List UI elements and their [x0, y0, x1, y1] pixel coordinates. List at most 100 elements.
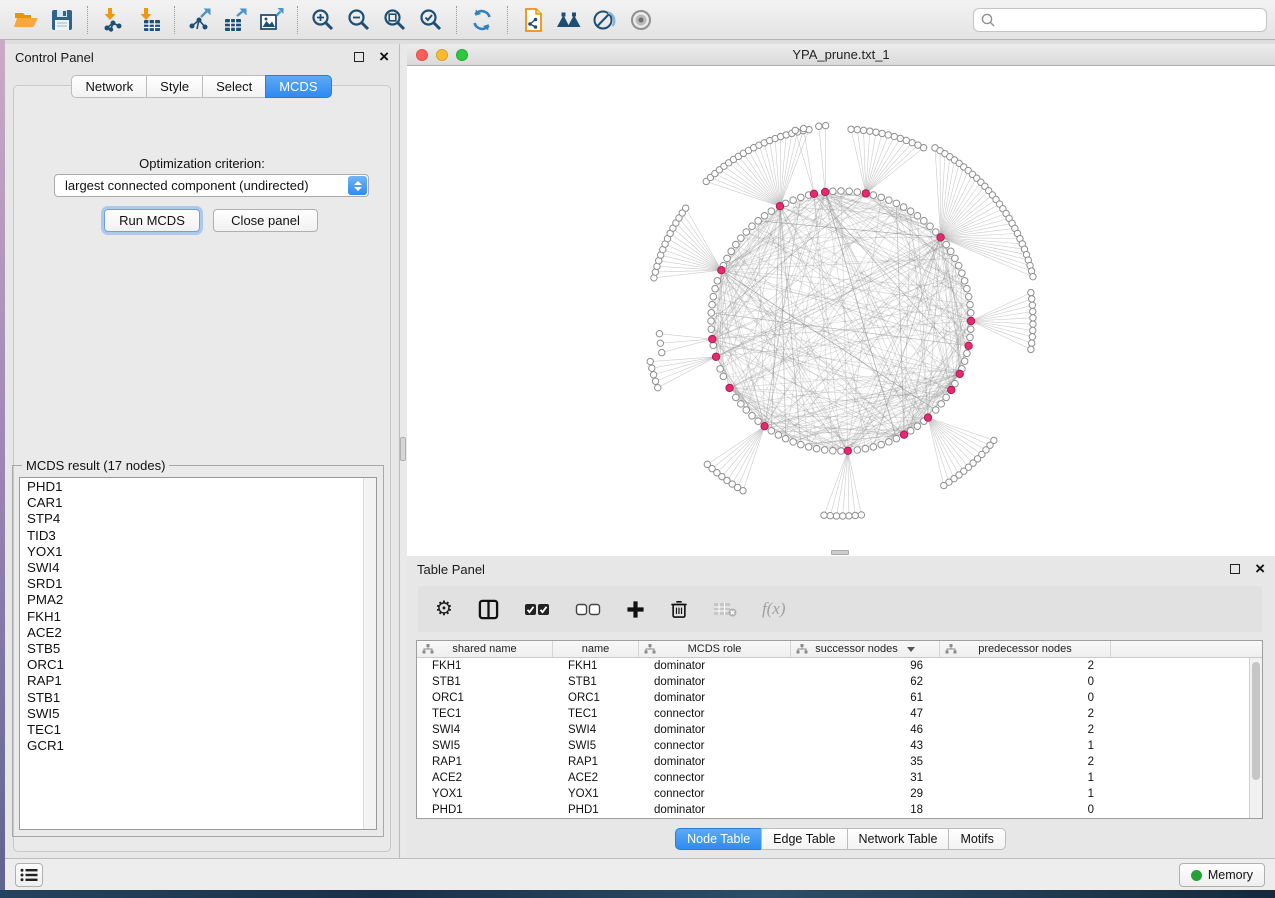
mcds-result-item[interactable]: YOX1	[20, 544, 363, 560]
refresh-view-icon[interactable]	[467, 5, 497, 35]
mcds-result-item[interactable]: ACE2	[20, 625, 363, 641]
add-column-icon[interactable]	[626, 600, 645, 619]
table-cell[interactable]: 1	[940, 738, 1111, 754]
search-field[interactable]	[973, 8, 1267, 32]
table-cell[interactable]: dominator	[639, 802, 791, 818]
mcds-result-item[interactable]: FKH1	[20, 609, 363, 625]
table-cell[interactable]: 0	[940, 802, 1111, 818]
export-image-icon[interactable]	[257, 5, 287, 35]
table-cell[interactable]: dominator	[639, 658, 791, 674]
mcds-result-item[interactable]: CAR1	[20, 495, 363, 511]
canvas-splitter-handle[interactable]	[831, 550, 849, 555]
close-panel-icon[interactable]: ×	[379, 52, 389, 62]
table-tab-motifs[interactable]: Motifs	[948, 828, 1005, 850]
table-cell[interactable]: 62	[791, 674, 940, 690]
table-cell[interactable]: SWI4	[553, 722, 639, 738]
table-cell[interactable]: 1	[940, 786, 1111, 802]
mcds-result-item[interactable]: PHD1	[20, 479, 363, 495]
table-cell[interactable]: 1	[940, 770, 1111, 786]
table-cell[interactable]: ORC1	[417, 690, 553, 706]
deselect-all-checkboxes-icon[interactable]	[575, 603, 601, 616]
table-cell[interactable]: ORC1	[553, 690, 639, 706]
float-panel-icon[interactable]	[354, 52, 364, 62]
column-header-MCDS-role[interactable]: MCDS role	[639, 641, 791, 657]
table-row[interactable]: STB1STB1dominator620	[417, 674, 1262, 690]
tab-mcds[interactable]: MCDS	[265, 75, 331, 98]
table-cell[interactable]: YOX1	[417, 786, 553, 802]
table-cell[interactable]: 31	[791, 770, 940, 786]
table-cell[interactable]: 2	[940, 706, 1111, 722]
zoom-selected-icon[interactable]	[416, 5, 446, 35]
table-cell[interactable]: 0	[940, 674, 1111, 690]
column-header-predecessor-nodes[interactable]: predecessor nodes	[940, 641, 1111, 657]
table-cell[interactable]: 61	[791, 690, 940, 706]
table-tab-network-table[interactable]: Network Table	[847, 828, 950, 850]
table-row[interactable]: ORC1ORC1dominator610	[417, 690, 1262, 706]
table-cell[interactable]: connector	[639, 706, 791, 722]
settings-gear-icon[interactable]: ⚙	[435, 599, 453, 619]
run-mcds-button[interactable]: Run MCDS	[104, 209, 200, 232]
table-cell[interactable]: PHD1	[553, 802, 639, 818]
panel-splitter[interactable]	[400, 44, 407, 858]
table-row[interactable]: FKH1FKH1dominator962	[417, 658, 1262, 674]
table-row[interactable]: YOX1YOX1connector291	[417, 786, 1262, 802]
mcds-result-item[interactable]: PMA2	[20, 592, 363, 608]
search-input[interactable]	[995, 12, 1259, 27]
save-session-icon[interactable]	[47, 5, 77, 35]
table-cell[interactable]: 0	[940, 690, 1111, 706]
table-scrollbar[interactable]	[1249, 658, 1262, 818]
clone-network-document-icon[interactable]	[518, 5, 548, 35]
delete-selected-icon[interactable]	[670, 599, 688, 619]
table-cell[interactable]: dominator	[639, 690, 791, 706]
result-list-scrollbar[interactable]	[363, 478, 376, 829]
table-cell[interactable]: 29	[791, 786, 940, 802]
import-network-icon[interactable]	[98, 5, 128, 35]
close-panel-button[interactable]: Close panel	[213, 209, 318, 232]
mcds-result-item[interactable]: RAP1	[20, 673, 363, 689]
table-row[interactable]: SWI5SWI5connector431	[417, 738, 1262, 754]
table-cell[interactable]: 47	[791, 706, 940, 722]
optimization-criterion-select[interactable]: largest connected component (undirected)	[54, 174, 369, 197]
table-row[interactable]: SWI4SWI4dominator462	[417, 722, 1262, 738]
table-row[interactable]: RAP1RAP1dominator352	[417, 754, 1262, 770]
task-history-button[interactable]	[15, 863, 43, 887]
hide-visual-style-icon[interactable]	[590, 5, 620, 35]
import-table-icon[interactable]	[134, 5, 164, 35]
zoom-out-icon[interactable]	[344, 5, 374, 35]
mcds-result-item[interactable]: SWI5	[20, 706, 363, 722]
mcds-result-item[interactable]: SRD1	[20, 576, 363, 592]
table-cell[interactable]: 43	[791, 738, 940, 754]
open-folder-icon[interactable]	[11, 5, 41, 35]
column-header-shared-name[interactable]: shared name	[417, 641, 553, 657]
table-cell[interactable]: TEC1	[417, 706, 553, 722]
table-cell[interactable]: 46	[791, 722, 940, 738]
table-cell[interactable]: SWI5	[417, 738, 553, 754]
mcds-result-item[interactable]: TID3	[20, 528, 363, 544]
table-tab-node-table[interactable]: Node Table	[675, 828, 762, 850]
select-all-checkboxes-icon[interactable]	[524, 603, 550, 616]
table-tab-edge-table[interactable]: Edge Table	[761, 828, 847, 850]
table-cell[interactable]: RAP1	[417, 754, 553, 770]
mcds-result-item[interactable]: GCR1	[20, 738, 363, 754]
float-panel-icon[interactable]	[1230, 564, 1240, 574]
table-cell[interactable]: FKH1	[417, 658, 553, 674]
search-binoculars-icon[interactable]	[554, 5, 584, 35]
column-header-name[interactable]: name	[553, 641, 639, 657]
memory-button[interactable]: Memory	[1179, 863, 1265, 887]
mcds-result-item[interactable]: SWI4	[20, 560, 363, 576]
table-cell[interactable]: 2	[940, 658, 1111, 674]
table-row[interactable]: PHD1PHD1dominator180	[417, 802, 1262, 818]
table-cell[interactable]: connector	[639, 738, 791, 754]
mcds-result-item[interactable]: TEC1	[20, 722, 363, 738]
tab-style[interactable]: Style	[146, 75, 203, 98]
table-cell[interactable]: connector	[639, 770, 791, 786]
table-cell[interactable]: 35	[791, 754, 940, 770]
table-cell[interactable]: TEC1	[553, 706, 639, 722]
mcds-result-item[interactable]: ORC1	[20, 657, 363, 673]
table-cell[interactable]: SWI5	[553, 738, 639, 754]
zoom-fit-icon[interactable]	[380, 5, 410, 35]
column-header-successor-nodes[interactable]: successor nodes	[791, 641, 940, 657]
export-table-icon[interactable]	[221, 5, 251, 35]
table-cell[interactable]: dominator	[639, 754, 791, 770]
table-cell[interactable]: ACE2	[417, 770, 553, 786]
